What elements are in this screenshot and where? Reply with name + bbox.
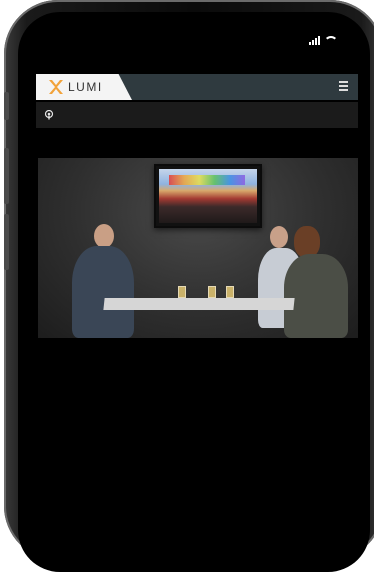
person-right-front — [284, 254, 348, 338]
phone-screen: LUMI — [36, 24, 358, 534]
wifi-icon — [324, 36, 338, 45]
status-bar — [309, 36, 338, 45]
drink-glass — [208, 286, 216, 298]
phone-volume-down-button — [4, 214, 9, 270]
signal-bars-icon — [309, 36, 320, 45]
lumi-x-logo-icon — [49, 80, 63, 94]
drink-glass — [178, 286, 186, 298]
brand-name: LUMI — [68, 80, 103, 94]
audio-bar — [36, 102, 358, 128]
drink-glass — [226, 286, 234, 298]
hamburger-menu-icon[interactable] — [339, 81, 348, 91]
phone-volume-up-button — [4, 148, 9, 204]
podcast-icon[interactable] — [44, 110, 54, 120]
person-head — [94, 224, 114, 248]
phone-side-button — [4, 92, 9, 120]
monitor-screen — [159, 169, 257, 223]
wall-monitor — [154, 164, 262, 228]
app-header: LUMI — [36, 74, 358, 100]
video-player[interactable] — [38, 158, 358, 338]
phone-notch — [108, 24, 286, 50]
person-left — [72, 246, 134, 338]
brand-logo[interactable]: LUMI — [36, 74, 132, 100]
meeting-table — [103, 298, 295, 310]
monitor-banner — [169, 175, 245, 185]
person-head — [270, 226, 288, 248]
